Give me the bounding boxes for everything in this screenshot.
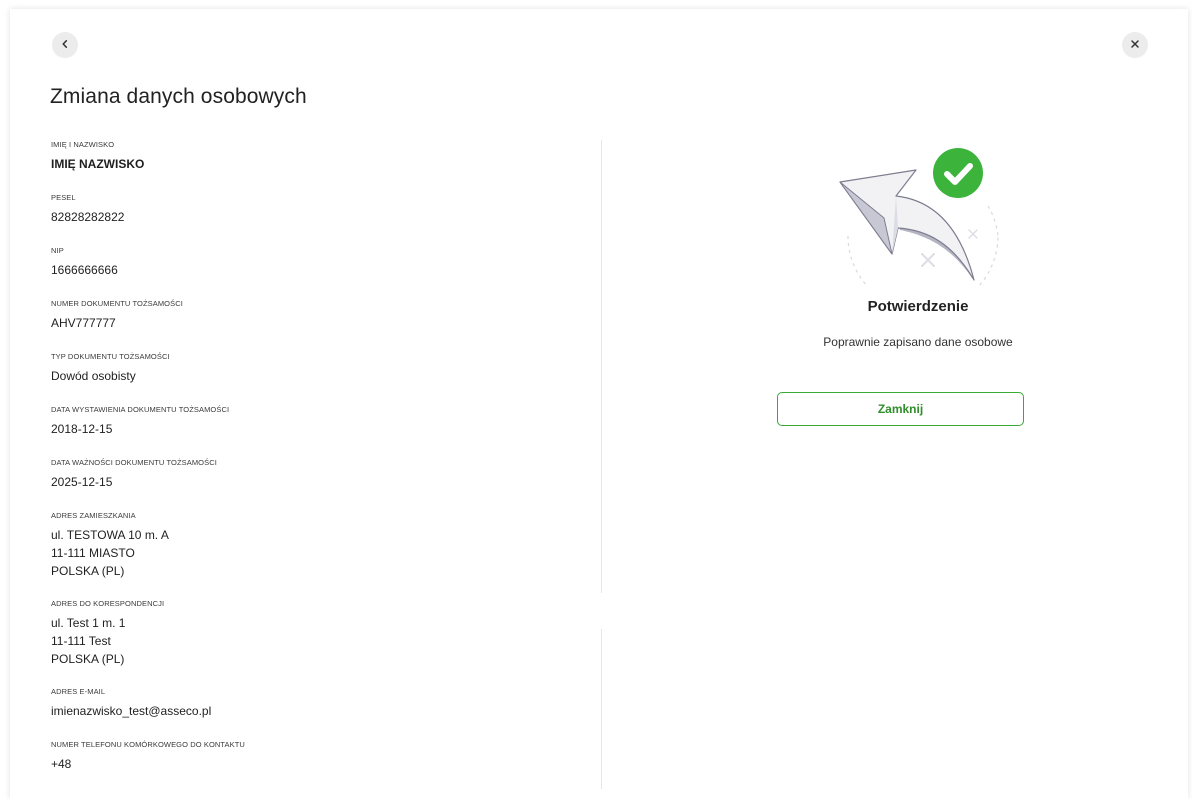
personal-data-panel: Zmiana danych osobowych IMIĘ I NAZWISKO … bbox=[10, 9, 1188, 799]
address-line: POLSKA (PL) bbox=[51, 652, 125, 666]
page-title: Zmiana danych osobowych bbox=[50, 85, 307, 108]
field-label: DATA WAŻNOŚCI DOKUMENTU TOŻSAMOŚCI bbox=[51, 458, 217, 467]
address-line: 11-111 MIASTO bbox=[51, 546, 135, 560]
close-confirmation-button[interactable]: Zamknij bbox=[777, 392, 1024, 426]
field-value: imienazwisko_test@asseco.pl bbox=[51, 704, 212, 718]
confirmation-message: Poprawnie zapisano dane osobowe bbox=[823, 335, 1013, 349]
field-label: DATA WYSTAWIENIA DOKUMENTU TOŻSAMOŚCI bbox=[51, 405, 230, 414]
field-value: IMIĘ NAZWISKO bbox=[51, 157, 145, 171]
field-label: NUMER TELEFONU KOMÓRKOWEGO DO KONTAKTU bbox=[51, 740, 245, 749]
field-label: NUMER DOKUMENTU TOŻSAMOŚCI bbox=[51, 299, 183, 308]
field-mobile-phone: NUMER TELEFONU KOMÓRKOWEGO DO KONTAKTU +… bbox=[51, 740, 551, 773]
success-arrow-illustration bbox=[838, 146, 1010, 312]
field-label: ADRES DO KORESPONDENCJI bbox=[51, 599, 165, 608]
column-divider bbox=[601, 140, 602, 593]
field-full-name: IMIĘ I NAZWISKO IMIĘ NAZWISKO bbox=[51, 140, 551, 173]
field-correspondence-address: ADRES DO KORESPONDENCJI ul. Test 1 m. 1 … bbox=[51, 599, 551, 668]
field-value: 2025-12-15 bbox=[51, 475, 113, 489]
field-label: IMIĘ I NAZWISKO bbox=[51, 140, 115, 149]
field-value: AHV777777 bbox=[51, 316, 116, 330]
chevron-left-icon bbox=[60, 36, 70, 54]
address-line: ul. TESTOWA 10 m. A bbox=[51, 528, 169, 542]
field-label: PESEL bbox=[51, 193, 76, 202]
field-id-document-type: TYP DOKUMENTU TOŻSAMOŚCI Dowód osobisty bbox=[51, 352, 551, 385]
field-value: 1666666666 bbox=[51, 263, 118, 277]
field-residential-address: ADRES ZAMIESZKANIA ul. TESTOWA 10 m. A 1… bbox=[51, 511, 551, 580]
field-email: ADRES E-MAIL imienazwisko_test@asseco.pl bbox=[51, 687, 551, 720]
field-value: 82828282822 bbox=[51, 210, 125, 224]
address-line: ul. Test 1 m. 1 bbox=[51, 616, 126, 630]
field-label: ADRES E-MAIL bbox=[51, 687, 106, 696]
field-value: +48 bbox=[51, 757, 72, 771]
column-divider bbox=[601, 629, 602, 789]
back-button[interactable] bbox=[52, 32, 78, 58]
close-icon bbox=[1130, 36, 1140, 54]
field-id-issue-date: DATA WYSTAWIENIA DOKUMENTU TOŻSAMOŚCI 20… bbox=[51, 405, 551, 438]
field-id-document-number: NUMER DOKUMENTU TOŻSAMOŚCI AHV777777 bbox=[51, 299, 551, 332]
field-label: TYP DOKUMENTU TOŻSAMOŚCI bbox=[51, 352, 170, 361]
close-button[interactable] bbox=[1122, 32, 1148, 58]
field-nip: NIP 1666666666 bbox=[51, 246, 551, 279]
field-value: Dowód osobisty bbox=[51, 369, 136, 383]
field-label: ADRES ZAMIESZKANIA bbox=[51, 511, 136, 520]
field-pesel: PESEL 82828282822 bbox=[51, 193, 551, 226]
confirmation-title: Potwierdzenie bbox=[867, 298, 969, 315]
field-id-expiry-date: DATA WAŻNOŚCI DOKUMENTU TOŻSAMOŚCI 2025-… bbox=[51, 458, 551, 491]
address-line: 11-111 Test bbox=[51, 634, 111, 648]
check-circle-icon bbox=[932, 147, 984, 199]
field-label: NIP bbox=[51, 246, 64, 255]
address-line: POLSKA (PL) bbox=[51, 564, 125, 578]
field-value: 2018-12-15 bbox=[51, 422, 113, 436]
